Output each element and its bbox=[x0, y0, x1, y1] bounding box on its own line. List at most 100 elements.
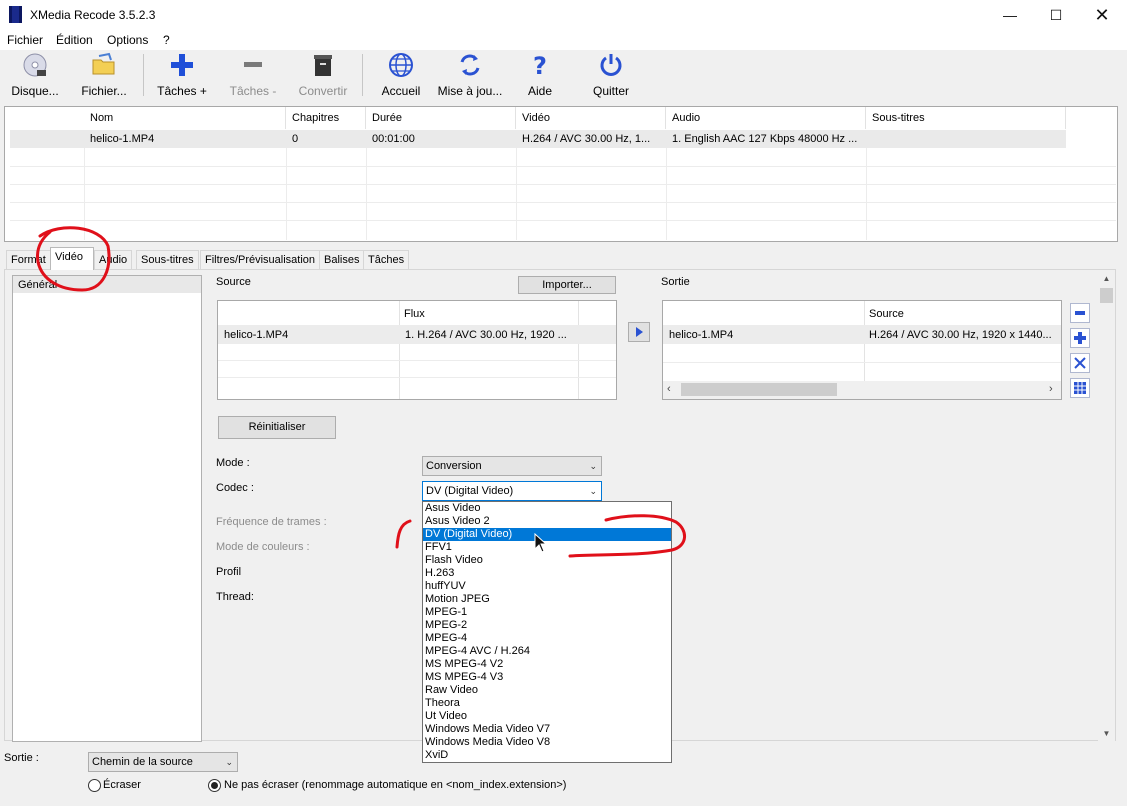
codec-option[interactable]: Windows Media Video V7 bbox=[423, 723, 671, 736]
mouse-cursor-icon bbox=[534, 533, 548, 553]
grid-line bbox=[663, 362, 1061, 363]
cross-icon bbox=[1074, 357, 1086, 369]
menu-help[interactable]: ? bbox=[163, 33, 170, 47]
vertical-scrollbar[interactable] bbox=[1098, 272, 1115, 741]
output-row-source: H.264 / AVC 30.00 Hz, 1920 x 1440... bbox=[869, 329, 1052, 341]
tab-format[interactable]: Format bbox=[6, 250, 51, 269]
codec-option[interactable]: Flash Video bbox=[423, 554, 671, 567]
column-header-audio[interactable]: Audio bbox=[666, 107, 866, 129]
profile-label: Profil bbox=[216, 566, 242, 578]
codec-select[interactable]: DV (Digital Video) ⌄ bbox=[422, 481, 602, 501]
refresh-icon bbox=[460, 54, 480, 76]
toolbar-separator bbox=[143, 54, 144, 96]
menu-edition[interactable]: Édition bbox=[56, 33, 93, 47]
output-label: Sortie bbox=[661, 276, 690, 288]
codec-option[interactable]: MPEG-4 bbox=[423, 632, 671, 645]
codec-option[interactable]: MS MPEG-4 V2 bbox=[423, 658, 671, 671]
scroll-right-icon[interactable]: › bbox=[1049, 383, 1053, 395]
clear-output-button[interactable] bbox=[1070, 353, 1090, 373]
update-button[interactable]: Mise à jou... bbox=[436, 52, 504, 98]
scrollbar-thumb[interactable] bbox=[1100, 288, 1113, 303]
scroll-left-icon[interactable]: ‹ bbox=[667, 383, 671, 395]
output-path-value: Chemin de la source bbox=[92, 756, 193, 768]
title-bar bbox=[0, 0, 1127, 30]
codec-option[interactable]: Motion JPEG bbox=[423, 593, 671, 606]
codec-option[interactable]: Asus Video 2 bbox=[423, 515, 671, 528]
colormode-label: Mode de couleurs : bbox=[216, 541, 310, 553]
output-path-select[interactable]: Chemin de la source ⌄ bbox=[88, 752, 238, 772]
import-button[interactable]: Importer... bbox=[518, 276, 616, 294]
overwrite-label: Écraser bbox=[103, 779, 141, 791]
codec-option[interactable]: Raw Video bbox=[423, 684, 671, 697]
scrollbar-thumb[interactable] bbox=[681, 383, 837, 396]
window-title: XMedia Recode 3.5.2.3 bbox=[30, 8, 156, 22]
row-name: helico-1.MP4 bbox=[90, 133, 155, 145]
codec-option[interactable]: Theora bbox=[423, 697, 671, 710]
mode-select[interactable]: Conversion ⌄ bbox=[422, 456, 602, 476]
output-settings-button[interactable] bbox=[1070, 378, 1090, 398]
codec-option[interactable]: MPEG-1 bbox=[423, 606, 671, 619]
disc-icon bbox=[23, 53, 47, 77]
codec-option[interactable]: Windows Media Video V8 bbox=[423, 736, 671, 749]
menu-fichier[interactable]: Fichier bbox=[7, 33, 43, 47]
codec-option[interactable]: Asus Video bbox=[423, 502, 671, 515]
radio-dot bbox=[211, 782, 218, 789]
tab-video[interactable]: Vidéo bbox=[50, 247, 94, 270]
tab-filters-preview[interactable]: Filtres/Prévisualisation bbox=[200, 250, 321, 269]
add-task-button[interactable]: Tâches + bbox=[155, 52, 209, 98]
codec-option[interactable]: MPEG-2 bbox=[423, 619, 671, 632]
minimize-icon[interactable]: — bbox=[987, 0, 1033, 30]
chevron-down-icon: ⌄ bbox=[589, 461, 597, 471]
scroll-down-icon[interactable]: ▼ bbox=[1098, 729, 1115, 738]
close-icon[interactable]: ✕ bbox=[1079, 0, 1125, 30]
column-header-video[interactable]: Vidéo bbox=[516, 107, 666, 129]
quit-button[interactable]: Quitter bbox=[586, 52, 636, 98]
scroll-up-icon[interactable]: ▲ bbox=[1098, 274, 1115, 283]
codec-option[interactable]: Ut Video bbox=[423, 710, 671, 723]
column-header-subtitles[interactable]: Sous-titres bbox=[866, 107, 1066, 129]
chevron-down-icon: ⌄ bbox=[225, 757, 233, 767]
column-header-chapters[interactable]: Chapitres bbox=[286, 107, 366, 129]
codec-option[interactable]: H.263 bbox=[423, 567, 671, 580]
codec-option[interactable]: MS MPEG-4 V3 bbox=[423, 671, 671, 684]
tab-tasks[interactable]: Tâches bbox=[363, 250, 410, 269]
tab-subtitles[interactable]: Sous-titres bbox=[136, 250, 199, 269]
add-to-output-button[interactable] bbox=[628, 322, 650, 342]
add-output-button[interactable] bbox=[1070, 328, 1090, 348]
section-list[interactable] bbox=[12, 275, 202, 742]
row-duration: 00:01:00 bbox=[372, 133, 415, 145]
minus-icon bbox=[244, 62, 262, 67]
column-header-source[interactable]: Source bbox=[869, 308, 904, 320]
column-header-duration[interactable]: Durée bbox=[366, 107, 516, 129]
remove-output-button[interactable] bbox=[1070, 303, 1090, 323]
codec-option[interactable]: huffYUV bbox=[423, 580, 671, 593]
power-icon bbox=[600, 54, 622, 76]
overwrite-radio[interactable] bbox=[88, 779, 101, 792]
plus-icon bbox=[171, 54, 193, 76]
help-button[interactable]: ? Aide bbox=[516, 52, 564, 98]
no-overwrite-radio[interactable] bbox=[208, 779, 221, 792]
thread-label: Thread: bbox=[216, 591, 254, 603]
column-header-name[interactable]: Nom bbox=[84, 107, 286, 129]
remove-task-button[interactable]: Tâches - bbox=[226, 52, 280, 98]
reset-button[interactable]: Réinitialiser bbox=[218, 416, 336, 439]
home-button[interactable]: Accueil bbox=[374, 52, 428, 98]
tab-audio[interactable]: Audio bbox=[94, 250, 133, 269]
tab-tags[interactable]: Balises bbox=[319, 250, 365, 269]
codec-label: Codec : bbox=[216, 482, 254, 494]
grid-line bbox=[286, 148, 287, 240]
convert-button[interactable]: Convertir bbox=[293, 52, 353, 98]
row-chapters: 0 bbox=[292, 133, 299, 145]
grid-line bbox=[10, 220, 1116, 221]
column-header-flux[interactable]: Flux bbox=[404, 308, 425, 320]
disc-button[interactable]: Disque... bbox=[6, 52, 64, 98]
file-button[interactable]: Fichier... bbox=[76, 52, 132, 98]
grid-line bbox=[10, 166, 1116, 167]
list-item-general[interactable]: Général bbox=[18, 279, 57, 291]
menu-options[interactable]: Options bbox=[107, 33, 148, 47]
codec-option[interactable]: XviD bbox=[423, 749, 671, 762]
codec-option[interactable]: MPEG-4 AVC / H.264 bbox=[423, 645, 671, 658]
source-row-flux: 1. H.264 / AVC 30.00 Hz, 1920 ... bbox=[405, 329, 567, 341]
maximize-icon[interactable]: ☐ bbox=[1033, 0, 1079, 30]
minus-icon bbox=[1075, 311, 1085, 315]
